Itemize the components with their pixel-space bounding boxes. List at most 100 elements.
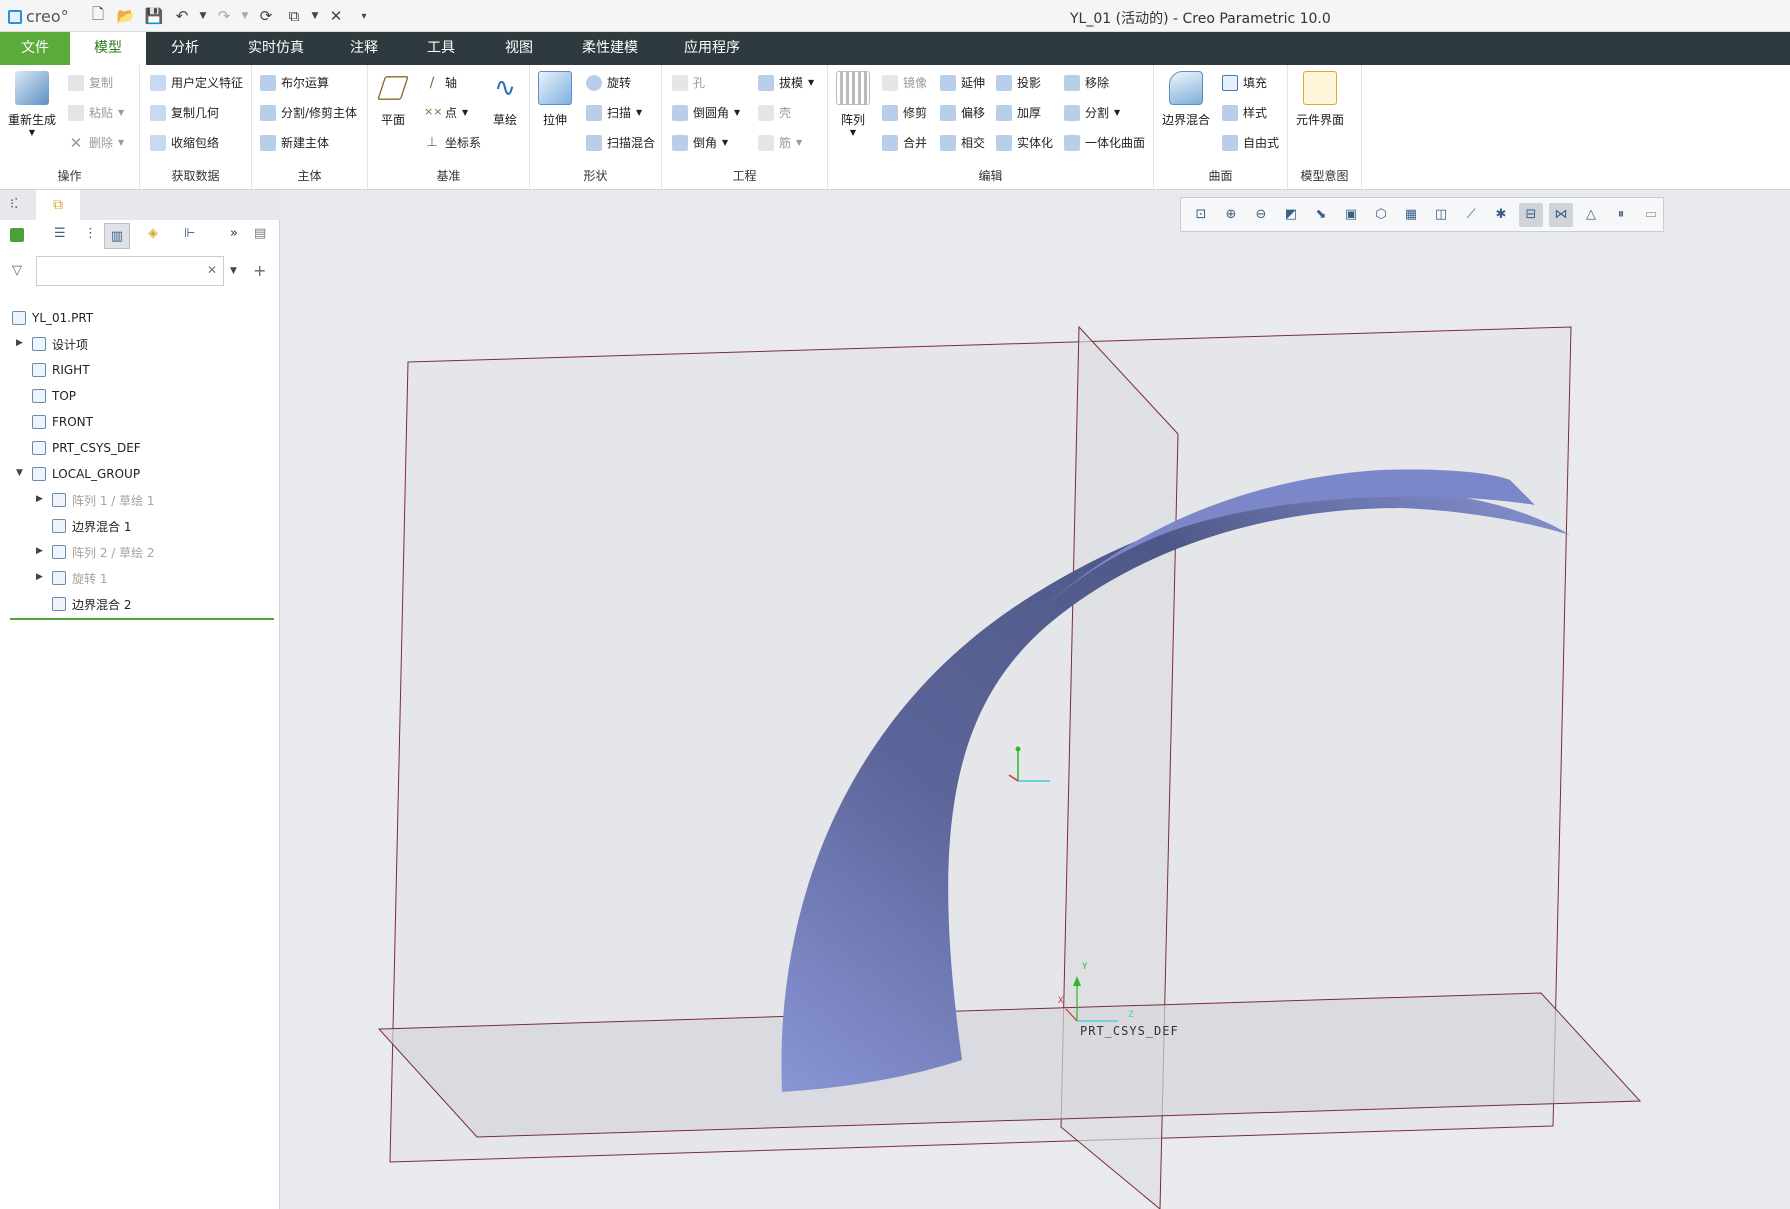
split-button[interactable]: 分割 ▼ [1064,104,1120,121]
tree-item[interactable]: 边界混合 1 [52,515,131,537]
tree-item[interactable]: TOP [32,385,76,407]
group-label-datum[interactable]: 基准 [368,167,529,184]
tree-item[interactable]: YL_01.PRT [12,307,93,329]
datum-display-icon[interactable]: ◫ [1429,203,1453,227]
model-tree-tab-icon[interactable]: ⁝⁚ [10,197,18,212]
group-label-get-data[interactable]: 获取数据 [140,167,251,184]
udf-button[interactable]: 用户定义特征 [150,74,243,91]
group-label-engineering[interactable]: 工程 [662,167,827,184]
tab-flexible-modeling[interactable]: 柔性建模 [568,32,652,65]
saved-orientations-icon[interactable]: ⬡ [1369,203,1393,227]
unify-surface-button[interactable]: 一体化曲面 [1064,134,1145,151]
merge-button[interactable]: 合并 [882,134,927,151]
tree-item[interactable]: RIGHT [32,359,90,381]
zoom-in-icon[interactable]: ⊕ [1219,203,1243,227]
group-label-operations[interactable]: 操作 [0,167,139,184]
boolean-button[interactable]: 布尔运算 [260,74,329,91]
swept-blend-button[interactable]: 扫描混合 [586,134,655,151]
display-style-icon[interactable]: ▣ [1339,203,1363,227]
regenerate-button[interactable]: 重新生成 ▼ [8,71,56,137]
paste-button[interactable]: 粘贴 ▼ [68,104,124,121]
trim-button[interactable]: 修剪 [882,104,927,121]
tab-view[interactable]: 视图 [488,32,550,65]
style-button[interactable]: 样式 [1222,104,1267,121]
filter-icon[interactable]: ▽ [12,263,22,278]
tree-item[interactable]: ▼ LOCAL_GROUP [16,463,140,485]
insert-indicator[interactable] [10,618,274,620]
view-manager-icon[interactable]: ▦ [1399,203,1423,227]
project-button[interactable]: 投影 [996,74,1041,91]
split-trim-body-button[interactable]: 分割/修剪主体 [260,104,357,121]
planes-display-icon[interactable]: ⊟ [1519,202,1543,227]
component-interface-button[interactable]: 元件界面 [1296,71,1344,128]
shrinkwrap-button[interactable]: 收缩包络 [150,134,219,151]
search-dropdown-icon[interactable]: ▼ [230,266,237,276]
pause-icon[interactable]: ⏸ [1609,203,1633,227]
thicken-button[interactable]: 加厚 [996,104,1041,121]
settings-icon[interactable]: ◈ [148,226,158,241]
pattern-button[interactable]: 阵列 ▼ [836,71,870,137]
customize-qat-icon[interactable]: ▾ [352,4,376,28]
point-button[interactable]: ×× 点 ▼ [424,104,468,121]
tools-icon[interactable]: ▭ [1639,203,1663,227]
chamfer-button[interactable]: 倒角 ▼ [672,134,728,151]
points-display-icon[interactable]: △ [1579,203,1603,227]
notes-icon[interactable]: ▤ [254,226,266,241]
annotation-display-icon[interactable]: ⟋ [1459,203,1483,227]
regenerate-dropdown-icon[interactable]: ▼ [29,128,35,137]
repaint-icon[interactable]: ◩ [1279,203,1303,227]
tree-filter-icon[interactable]: ⊩ [184,226,195,241]
hole-button[interactable]: 孔 [672,74,705,91]
new-file-icon[interactable]: 🗋 [86,4,110,28]
tree-item[interactable]: ▶ 阵列 1 / 草绘 1 [36,489,155,511]
axis-button[interactable]: / 轴 [424,74,457,91]
expand-arrow-icon[interactable]: ▶ [36,572,43,582]
clear-search-icon[interactable]: ✕ [207,263,217,277]
copy-geometry-button[interactable]: 复制几何 [150,104,219,121]
graphics-window[interactable] [281,190,1790,1209]
tab-live-simulation[interactable]: 实时仿真 [236,32,316,65]
round-button[interactable]: 倒圆角 ▼ [672,104,740,121]
tab-file[interactable]: 文件 [0,32,70,65]
offset-button[interactable]: 偏移 [940,104,985,121]
group-label-model-intent[interactable]: 模型意图 [1288,167,1361,184]
expand-arrow-icon[interactable]: ▶ [16,338,23,348]
zoom-out-icon[interactable]: ⊖ [1249,203,1273,227]
undo-dropdown-icon[interactable]: ▼ [198,4,208,28]
add-icon[interactable]: + [253,261,266,280]
redo-dropdown-icon[interactable]: ▼ [240,4,250,28]
solidify-button[interactable]: 实体化 [996,134,1053,151]
draft-button[interactable]: 拔模 ▼ [758,74,814,91]
layer-tree-tab-icon[interactable]: ⧉ [36,190,80,220]
extend-button[interactable]: 延伸 [940,74,985,91]
tab-model[interactable]: 模型 [70,32,146,65]
csys-button[interactable]: ⊥ 坐标系 [424,134,481,151]
plane-button[interactable]: 平面 [376,71,410,128]
intersect-button[interactable]: 相交 [940,134,985,151]
collapse-arrow-icon[interactable]: ▼ [16,468,23,478]
more-icon[interactable]: » [230,226,238,241]
regenerate-icon[interactable]: ⟳ [254,4,278,28]
mirror-button[interactable]: 镜像 [882,74,927,91]
close-window-icon[interactable]: ✕ [324,4,348,28]
shell-button[interactable]: 壳 [758,104,791,121]
tab-applications[interactable]: 应用程序 [670,32,754,65]
delete-button[interactable]: ✕ 删除 ▼ [68,134,124,151]
tree-item[interactable]: ▶ 旋转 1 [36,567,107,589]
save-icon[interactable]: 💾 [142,4,166,28]
boundary-blend-button[interactable]: 边界混合 [1162,71,1210,128]
open-folder-icon[interactable]: 📂 [114,4,138,28]
tab-analysis[interactable]: 分析 [152,32,218,65]
tree-item[interactable]: 边界混合 2 [52,593,131,615]
tree-item[interactable]: ▶ 阵列 2 / 草绘 2 [36,541,155,563]
tree-list-icon[interactable]: ☰ [54,226,66,241]
tab-annotate[interactable]: 注释 [333,32,395,65]
pattern-dropdown-icon[interactable]: ▼ [850,128,856,137]
remove-button[interactable]: 移除 [1064,74,1109,91]
undo-icon[interactable]: ↶ [170,4,194,28]
tree-expand-icon[interactable]: ⋮ [84,226,97,241]
revolve-button[interactable]: 旋转 [586,74,631,91]
expand-arrow-icon[interactable]: ▶ [36,546,43,556]
tree-item[interactable]: PRT_CSYS_DEF [32,437,141,459]
group-label-editing[interactable]: 编辑 [828,167,1153,184]
